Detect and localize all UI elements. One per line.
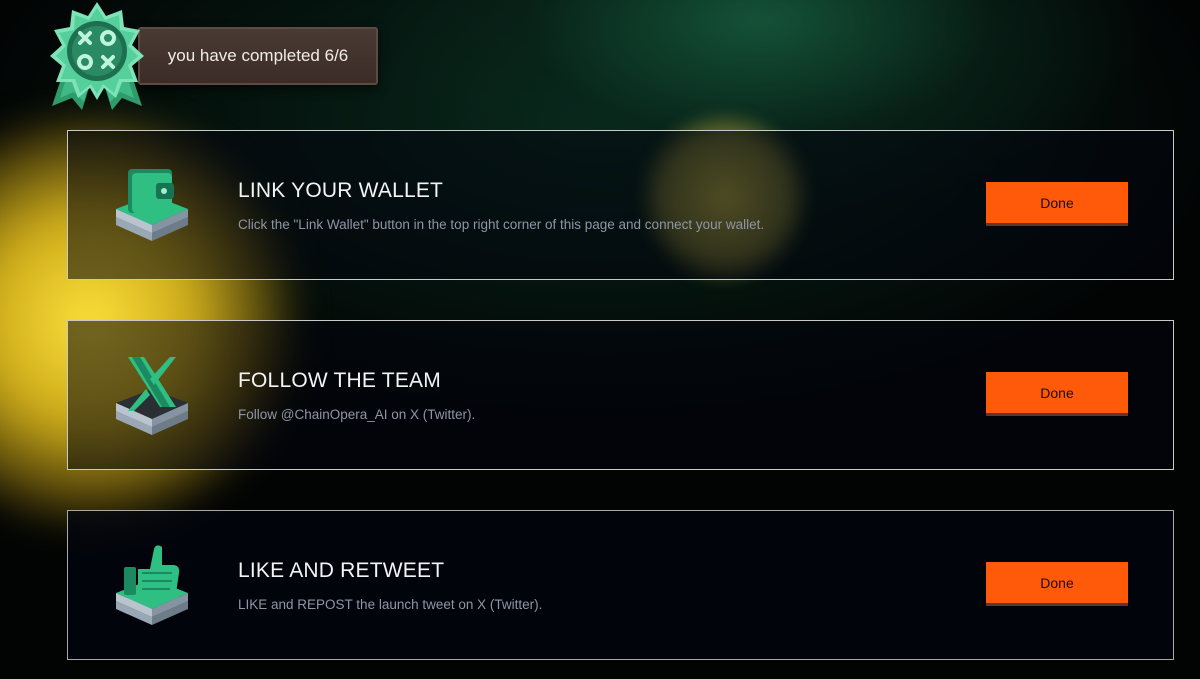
done-button[interactable]: Done [986,372,1128,416]
task-title: LIKE AND RETWEET [238,559,445,582]
task-title: LINK YOUR WALLET [238,179,444,202]
task-description: Follow @ChainOpera_AI on X (Twitter). [238,407,476,422]
task-description: Click the "Link Wallet" button in the to… [238,217,765,232]
task-description: LIKE and REPOST the launch tweet on X (T… [238,597,543,612]
quest-page: you have completed 6/6 LINK YOUR WALLET … [0,0,1200,679]
done-button[interactable]: Done [986,182,1128,226]
task-card-like-retweet: LIKE AND RETWEET LIKE and REPOST the lau… [67,510,1174,660]
task-card-follow-team: FOLLOW THE TEAM Follow @ChainOpera_AI on… [67,320,1174,470]
task-title: FOLLOW THE TEAM [238,369,441,392]
x-logo-icon [112,349,192,439]
task-card-link-wallet: LINK YOUR WALLET Click the "Link Wallet"… [67,130,1174,280]
xoxo-medal-icon [42,0,152,112]
wallet-icon [112,159,192,249]
progress-banner: you have completed 6/6 [138,27,378,85]
done-button[interactable]: Done [986,562,1128,606]
progress-text: you have completed 6/6 [167,46,349,65]
thumbs-up-icon [112,539,192,629]
